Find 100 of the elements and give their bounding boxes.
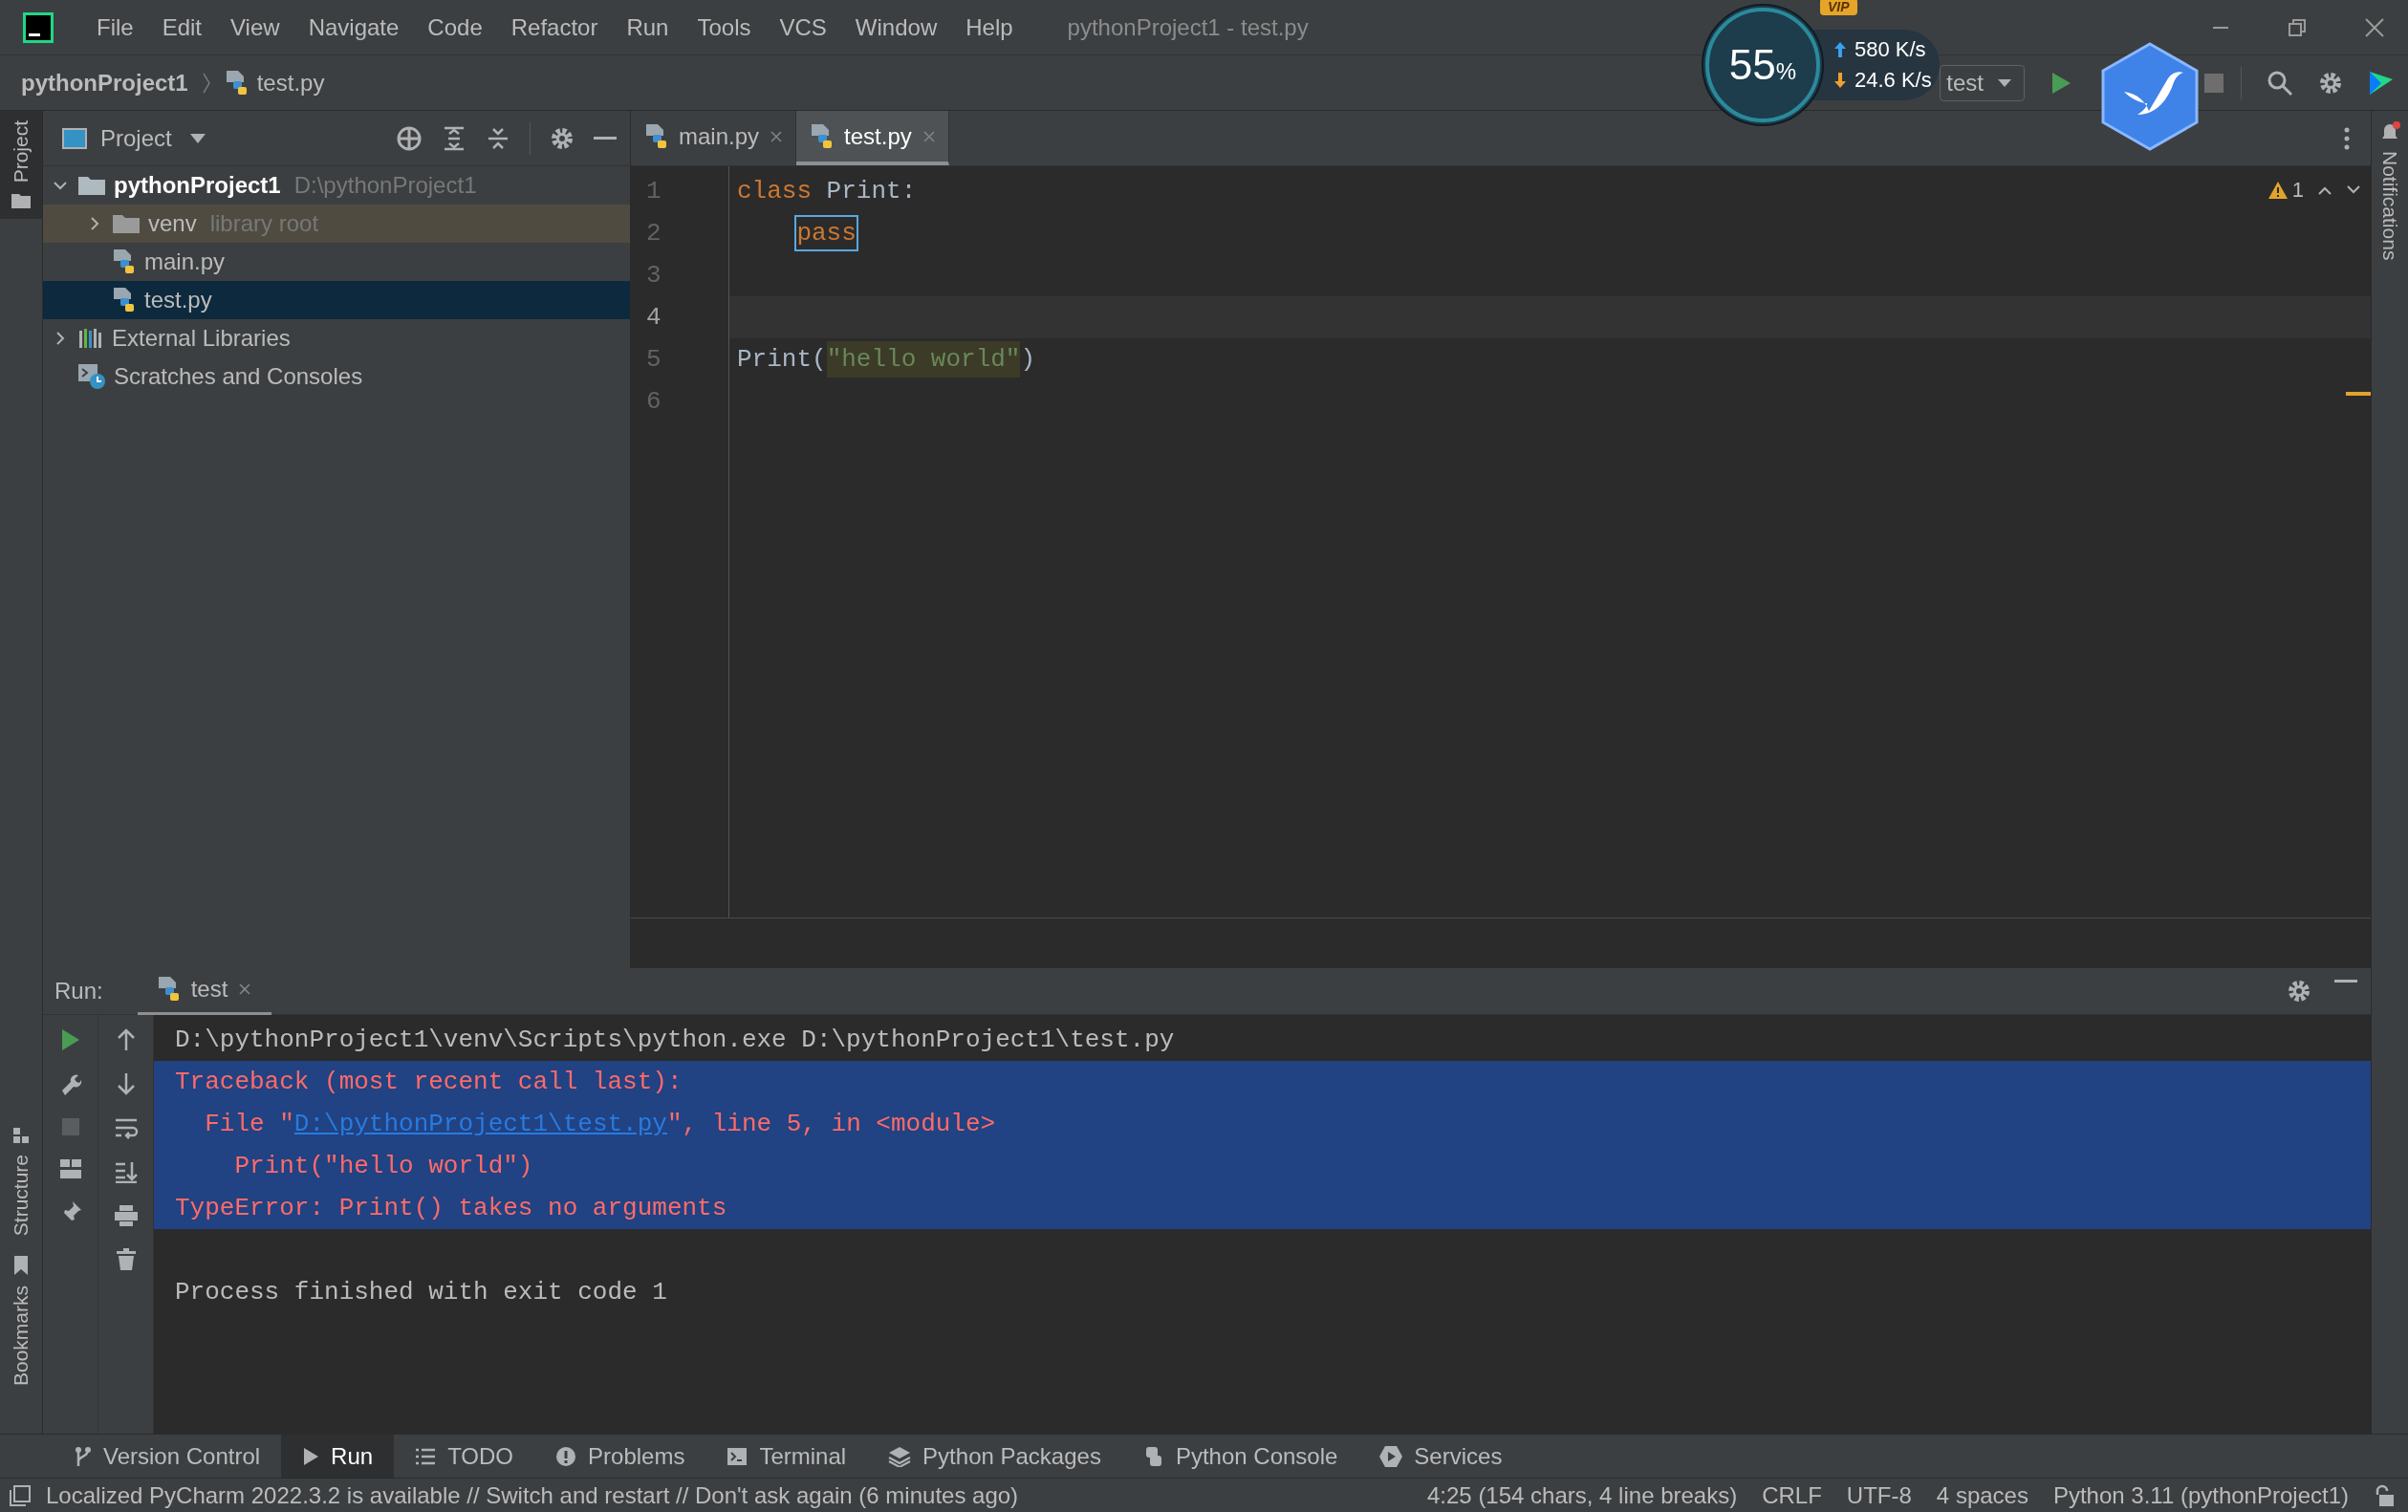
breadcrumb-item[interactable]: test.py	[256, 69, 325, 97]
close-icon[interactable]	[2364, 16, 2385, 38]
close-icon[interactable]	[769, 128, 785, 144]
menu-item[interactable]: Edit	[147, 13, 217, 41]
tool-window-tab[interactable]: Terminal	[705, 1435, 868, 1478]
menu-item[interactable]: Help	[951, 13, 1028, 41]
tree-item[interactable]: venv	[148, 210, 197, 237]
error-output-line: TypeError: Print() takes no arguments	[175, 1194, 727, 1222]
warning-marker[interactable]	[2346, 392, 2371, 396]
breadcrumb-item[interactable]: pythonProject1	[21, 69, 188, 97]
code-line: class Print:	[737, 177, 917, 205]
tree-item[interactable]: Scratches and Consoles	[114, 363, 363, 390]
menu-item[interactable]: Code	[413, 13, 497, 41]
run-icon[interactable]	[2050, 70, 2072, 96]
error-output-line: Print("hello world")	[233, 1152, 533, 1180]
tree-item[interactable]: main.py	[144, 248, 226, 275]
dropdown-caret-icon[interactable]	[188, 132, 206, 144]
warning-count[interactable]: 1	[2291, 178, 2304, 203]
more-icon[interactable]	[2344, 126, 2350, 150]
play-icon	[302, 1446, 320, 1466]
next-icon[interactable]	[2346, 185, 2361, 195]
line-number: 6	[645, 386, 662, 418]
line-number: 4	[645, 302, 662, 334]
menu-item[interactable]: Run	[612, 13, 683, 41]
status-item[interactable]: 4:25 (154 chars, 4 line breaks)	[1427, 1481, 1738, 1509]
tree-item[interactable]: External Libraries	[112, 325, 291, 352]
print-icon[interactable]	[113, 1204, 139, 1227]
settings-icon[interactable]	[550, 125, 575, 151]
expand-all-icon[interactable]	[442, 125, 466, 151]
tool-window-tab[interactable]: Structure	[10, 1154, 33, 1236]
tool-window-tab[interactable]: Services	[1358, 1435, 1524, 1478]
minimize-icon[interactable]	[2334, 979, 2357, 984]
window-title: pythonProject1 - test.py	[1067, 13, 1309, 41]
services-icon	[1379, 1444, 1403, 1468]
line-number: 1	[645, 176, 662, 207]
console-output-line: Process finished with exit code 1	[175, 1278, 667, 1307]
trash-icon[interactable]	[115, 1248, 137, 1271]
tree-item[interactable]: pythonProject1	[114, 172, 281, 199]
collapse-all-icon[interactable]	[486, 125, 510, 151]
menu-item[interactable]: Refactor	[496, 13, 613, 41]
panel-toggle-icon[interactable]	[10, 1484, 31, 1506]
menu-item[interactable]: File	[82, 13, 148, 41]
close-icon[interactable]	[237, 982, 253, 997]
notifications-tab[interactable]: Notifications	[2378, 151, 2401, 261]
terminal-icon	[727, 1446, 748, 1466]
settings-icon[interactable]	[2287, 979, 2311, 1004]
structure-icon	[11, 1125, 31, 1145]
tool-window-tab[interactable]: TODO	[394, 1435, 535, 1478]
menu-item[interactable]: VCS	[765, 13, 841, 41]
app-logo	[23, 11, 54, 43]
tree-item[interactable]: test.py	[144, 287, 212, 313]
status-item[interactable]: 4 spaces	[1936, 1481, 2028, 1509]
bird-app-icon[interactable]	[2099, 42, 2201, 151]
library-icon	[77, 327, 104, 350]
down-arrow-icon[interactable]	[116, 1072, 136, 1095]
tool-window-tab[interactable]: Python Packages	[867, 1435, 1122, 1478]
percent-reading: 55%	[1728, 41, 1797, 89]
up-arrow-icon[interactable]	[116, 1028, 136, 1051]
tool-window-tab[interactable]: Problems	[534, 1435, 706, 1478]
status-item[interactable]: Python 3.11 (pythonProject1)	[2052, 1481, 2349, 1509]
warning-icon[interactable]	[2267, 181, 2289, 200]
soft-wrap-icon[interactable]	[113, 1116, 139, 1139]
folder-icon	[112, 212, 141, 235]
menu-item[interactable]: Tools	[683, 13, 766, 41]
previous-icon[interactable]	[2317, 185, 2332, 195]
status-item[interactable]: CRLF	[1762, 1481, 1822, 1509]
search-icon[interactable]	[2267, 69, 2293, 97]
python-file-icon	[644, 122, 669, 150]
folder-icon	[11, 192, 32, 210]
upload-arrow-icon	[1833, 41, 1847, 58]
tool-window-tab[interactable]: Version Control	[54, 1435, 282, 1478]
menu-item[interactable]: View	[216, 13, 294, 41]
layers-icon	[888, 1445, 912, 1467]
tool-window-tab[interactable]: Python Console	[1121, 1435, 1359, 1478]
status-item[interactable]: UTF-8	[1846, 1481, 1912, 1509]
restore-icon[interactable]	[2288, 17, 2307, 37]
editor-tab[interactable]: test.py	[796, 111, 949, 165]
run-config-dropdown[interactable]: test	[1940, 64, 2025, 101]
scroll-to-end-icon[interactable]	[113, 1160, 139, 1183]
layout-icon[interactable]	[58, 1158, 82, 1179]
status-message[interactable]: Localized PyCharm 2022.3.2 is available // Switch and restart // Don't ask again (6 minutes ago)	[46, 1481, 1019, 1509]
python-file-icon	[224, 69, 249, 97]
scratch-icon	[77, 363, 106, 390]
folder-icon	[77, 174, 106, 197]
tool-window-tab[interactable]: Bookmarks	[10, 1285, 33, 1386]
error-output-line: File "D:\pythonProject1\test.py", line 5, in <module>	[204, 1110, 996, 1138]
crosshair-icon[interactable]	[396, 124, 423, 152]
menu-item[interactable]: Navigate	[293, 13, 414, 41]
menu-item[interactable]: Window	[840, 13, 952, 41]
settings-icon[interactable]	[2318, 70, 2343, 96]
run-icon[interactable]	[59, 1028, 81, 1051]
tool-window-tab[interactable]: Run	[281, 1435, 395, 1478]
download-speed: 24.6 K/s	[1855, 68, 1932, 93]
toolbox-icon[interactable]	[2368, 69, 2395, 97]
dropdown-caret-icon[interactable]	[1997, 77, 2012, 88]
lock-icon[interactable]	[2374, 1483, 2395, 1507]
panel-title[interactable]: Project	[100, 124, 172, 152]
console-output-line: D:\pythonProject1\venv\Scripts\python.exe D:\pythonProject1\test.py	[175, 1026, 1175, 1054]
upload-speed: 580 K/s	[1855, 37, 1926, 62]
line-number: 2	[645, 218, 662, 249]
